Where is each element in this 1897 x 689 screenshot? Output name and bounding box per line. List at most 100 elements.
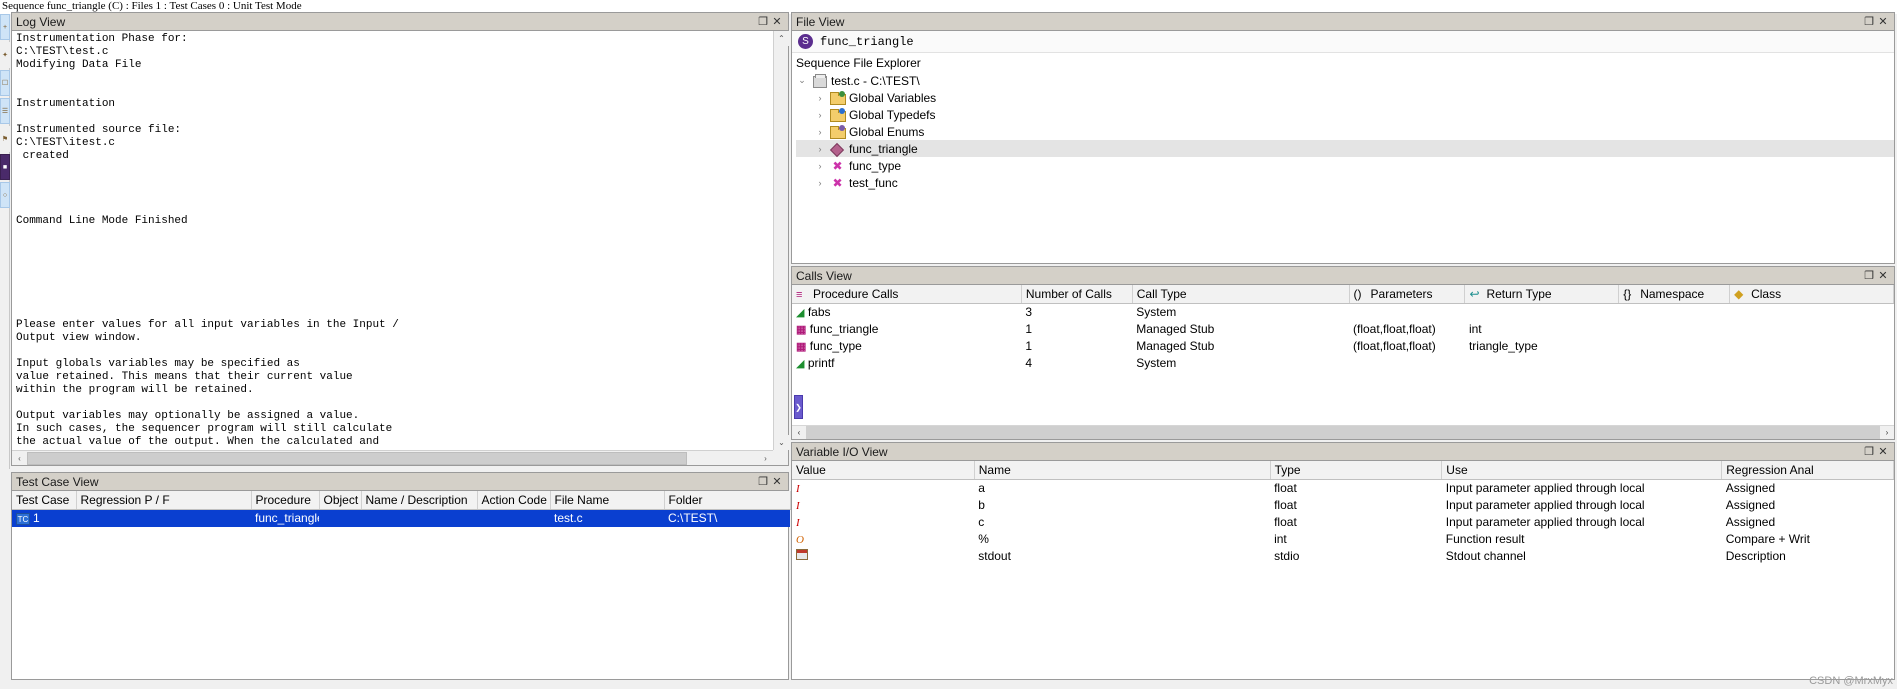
restore-icon[interactable]: ❐ — [756, 475, 770, 489]
log-horizontal-scrollbar[interactable]: ‹ › — [12, 450, 773, 465]
tree-item-testc[interactable]: ⌄ test.c - C:\TEST\ — [796, 72, 1894, 89]
column-value[interactable]: Value — [792, 461, 975, 480]
calls-horizontal-scrollbar[interactable]: ‹ › — [792, 425, 1894, 439]
table-row[interactable]: O % int Function result Compare + Writ — [792, 531, 1894, 548]
cell-return-type: triangle_type — [1468, 339, 1538, 353]
column-call-type[interactable]: Call Type — [1132, 285, 1350, 304]
procedure-calls-icon: ≡ — [796, 289, 803, 301]
table-row[interactable]: ▦ func_triangle 1 Managed Stub (float,fl… — [792, 321, 1894, 338]
restore-icon[interactable]: ❐ — [1862, 15, 1876, 29]
tree-item-global-variables[interactable]: › Global Variables — [796, 89, 1894, 106]
table-row[interactable]: stdout stdio Stdout channel Description — [792, 548, 1894, 565]
column-object[interactable]: Object — [319, 491, 362, 510]
column-procedure-calls[interactable]: ≡ Procedure Calls — [792, 285, 1022, 304]
table-row[interactable]: ◢ printf 4 System — [792, 355, 1894, 372]
restore-icon[interactable]: ❐ — [1862, 445, 1876, 459]
rail-button-copy[interactable]: ☐ — [0, 70, 10, 96]
column-class[interactable]: ◆ Class — [1729, 285, 1894, 304]
tree-item-func-type[interactable]: › ✖ func_type — [796, 157, 1894, 174]
close-icon[interactable]: ✕ — [1876, 269, 1890, 283]
cell-regression: Assigned — [1725, 515, 1776, 529]
cell-name: func_type — [809, 339, 862, 353]
chevron-right-icon[interactable]: › — [814, 93, 826, 103]
scroll-down-icon[interactable]: ⌄ — [774, 435, 789, 450]
rail-button-pin[interactable]: ✦ — [0, 42, 10, 68]
cell-number-of-calls: 1 — [1025, 322, 1033, 336]
scroll-right-icon[interactable]: › — [1880, 425, 1894, 439]
cell-test-case-value: 1 — [33, 511, 40, 526]
scroll-left-icon[interactable]: ‹ — [792, 425, 806, 439]
chevron-right-icon[interactable]: › — [814, 144, 826, 154]
sequence-icon: S — [798, 34, 813, 49]
table-row[interactable]: TC 1 func_triangle test.c C:\TEST\ — [12, 509, 790, 527]
managed-stub-icon: ▦ — [796, 324, 807, 336]
column-namespace[interactable]: {} Namespace — [1618, 285, 1731, 304]
tree-item-label: func_triangle — [849, 141, 918, 156]
splitter-handle[interactable]: ❯ — [794, 395, 803, 419]
tree-item-global-typedefs[interactable]: › Global Typedefs — [796, 106, 1894, 123]
cell-object — [319, 509, 361, 527]
test-case-view-header: Test Case View ❐ ✕ — [11, 472, 789, 490]
cell-class — [1730, 304, 1894, 321]
stdout-channel-icon — [796, 549, 808, 560]
rail-button-active[interactable]: ■ — [0, 154, 10, 180]
close-icon[interactable]: ✕ — [1876, 15, 1890, 29]
cell-name: % — [978, 532, 989, 546]
rail-button-more[interactable]: ○ — [0, 182, 10, 208]
chevron-right-icon[interactable]: › — [814, 161, 826, 171]
column-action-code[interactable]: Action Code — [477, 491, 551, 510]
column-procedure[interactable]: Procedure — [251, 491, 320, 510]
close-icon[interactable]: ✕ — [770, 475, 784, 489]
table-row[interactable]: I b float Input parameter applied throug… — [792, 497, 1894, 514]
table-row[interactable]: I c float Input parameter applied throug… — [792, 514, 1894, 531]
cell-parameters: (float,float,float) — [1353, 339, 1436, 353]
cell-procedure-call: ◢ fabs — [792, 304, 1021, 321]
chevron-right-icon[interactable]: › — [814, 127, 826, 137]
file-view-body: S func_triangle Sequence File Explorer ⌄… — [792, 31, 1894, 263]
variable-io-body: Value Name Type Use Regression Anal I a … — [792, 461, 1894, 679]
chevron-down-icon[interactable]: ⌄ — [796, 75, 808, 86]
log-vertical-scrollbar[interactable]: ⌃ ⌄ — [773, 31, 789, 450]
column-file-name[interactable]: File Name — [550, 491, 665, 510]
table-row[interactable]: ▦ func_type 1 Managed Stub (float,float,… — [792, 338, 1894, 355]
cell-procedure: func_triangle — [251, 509, 319, 527]
cell-class — [1730, 338, 1894, 355]
column-label: Class — [1751, 287, 1782, 301]
scroll-up-icon[interactable]: ⌃ — [774, 31, 789, 46]
column-number-of-calls[interactable]: Number of Calls — [1021, 285, 1133, 304]
tree-item-global-enums[interactable]: › Global Enums — [796, 123, 1894, 140]
column-type[interactable]: Type — [1270, 461, 1443, 480]
rail-button-flag[interactable]: ⚑ — [0, 126, 10, 152]
close-icon[interactable]: ✕ — [1876, 445, 1890, 459]
log-view-title: Log View — [16, 14, 66, 29]
rail-button-list[interactable]: ☰ — [0, 98, 10, 124]
column-return-type[interactable]: ↩ Return Type — [1464, 285, 1620, 304]
column-label: Procedure Calls — [813, 287, 899, 301]
tree-item-func-triangle[interactable]: › func_triangle — [796, 140, 1894, 157]
return-type-icon: ↩ — [1469, 287, 1480, 301]
column-parameters[interactable]: () Parameters — [1349, 285, 1466, 304]
scrollbar-thumb[interactable] — [27, 452, 687, 465]
cell-parameters: (float,float,float) — [1353, 322, 1436, 336]
column-name-description[interactable]: Name / Description — [361, 491, 478, 510]
cell-folder: C:\TEST\ — [664, 509, 790, 527]
column-use[interactable]: Use — [1441, 461, 1723, 480]
restore-icon[interactable]: ❐ — [1862, 269, 1876, 283]
table-row[interactable]: ◢ fabs 3 System — [792, 304, 1894, 321]
rail-button-add[interactable]: + — [0, 14, 10, 40]
tree-item-test-func[interactable]: › ✖ test_func — [796, 174, 1894, 191]
column-regression-analysis[interactable]: Regression Anal — [1721, 461, 1894, 480]
system-call-icon: ◢ — [796, 307, 805, 320]
cell-type: int — [1274, 532, 1287, 546]
column-name[interactable]: Name — [974, 461, 1271, 480]
scroll-left-icon[interactable]: ‹ — [12, 451, 27, 466]
scroll-right-icon[interactable]: › — [758, 451, 773, 466]
chevron-right-icon[interactable]: › — [814, 110, 826, 120]
restore-icon[interactable]: ❐ — [756, 15, 770, 29]
close-icon[interactable]: ✕ — [770, 15, 784, 29]
chevron-right-icon[interactable]: › — [814, 178, 826, 188]
column-folder[interactable]: Folder — [664, 491, 791, 510]
table-row[interactable]: I a float Input parameter applied throug… — [792, 480, 1894, 497]
column-test-case[interactable]: Test Case — [12, 491, 77, 510]
column-regression[interactable]: Regression P / F — [76, 491, 252, 510]
